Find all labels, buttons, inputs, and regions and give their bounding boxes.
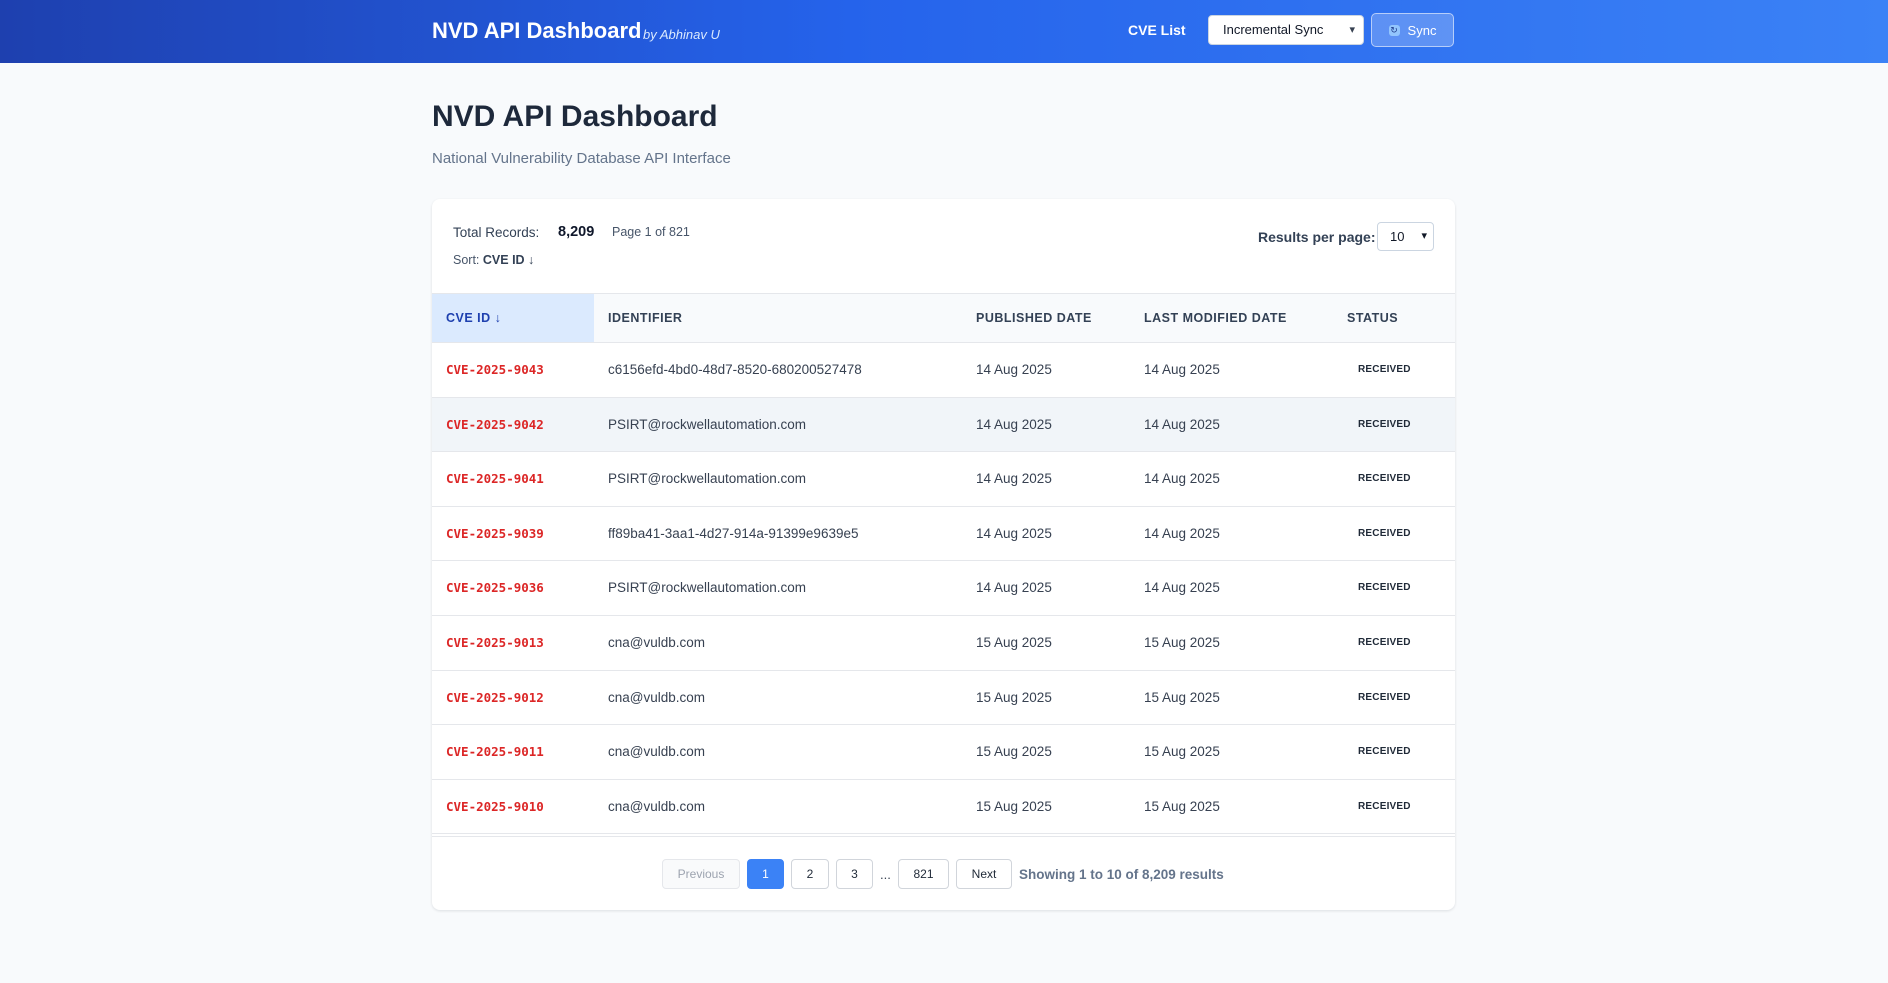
table-row[interactable]: CVE-2025-9013 cna@vuldb.com 15 Aug 2025 … xyxy=(432,616,1455,671)
column-header-identifier[interactable]: IDENTIFIER xyxy=(608,294,682,342)
table-row[interactable]: CVE-2025-9041 PSIRT@rockwellautomation.c… xyxy=(432,452,1455,507)
chevron-down-icon: ▾ xyxy=(1349,24,1355,36)
page-button-last[interactable]: 821 xyxy=(898,859,949,889)
published-date-cell: 14 Aug 2025 xyxy=(976,471,1052,487)
modified-date-cell: 14 Aug 2025 xyxy=(1144,362,1220,377)
published-date-cell: 15 Aug 2025 xyxy=(976,798,1052,814)
status-badge: RECEIVED xyxy=(1358,582,1411,594)
pagination: Previous 1 2 3 ... 821 Next Showing 1 to… xyxy=(432,836,1455,910)
table-row[interactable]: CVE-2025-9039 ff89ba41-3aa1-4d27-914a-91… xyxy=(432,507,1455,562)
brand-author: by Abhinav U xyxy=(643,27,720,42)
sync-button[interactable]: ↻ Sync xyxy=(1371,13,1454,47)
cve-id-link[interactable]: CVE-2025-9012 xyxy=(446,671,544,725)
table-row[interactable]: CVE-2025-9012 cna@vuldb.com 15 Aug 2025 … xyxy=(432,671,1455,726)
cve-id-link[interactable]: CVE-2025-9041 xyxy=(446,452,544,506)
sort-value: CVE ID ↓ xyxy=(482,253,535,267)
page-subtitle: National Vulnerability Database API Inte… xyxy=(432,150,731,167)
cve-id-link[interactable]: CVE-2025-9010 xyxy=(446,780,544,834)
sync-icon: ↻ xyxy=(1388,24,1400,36)
nav-link-cve-list[interactable]: CVE List xyxy=(1128,22,1186,38)
chevron-down-icon: ▾ xyxy=(1421,230,1427,242)
table-body: CVE-2025-9043 c6156efd-4bd0-48d7-8520-68… xyxy=(432,343,1455,835)
status-badge: RECEIVED xyxy=(1358,527,1411,539)
sync-mode-value: Incremental Sync xyxy=(1223,22,1324,37)
published-date-cell: 15 Aug 2025 xyxy=(976,744,1052,760)
sync-mode-select[interactable]: Incremental Sync ▾ xyxy=(1208,15,1364,45)
results-per-page-select[interactable]: 10 ▾ xyxy=(1377,222,1434,251)
table-row[interactable]: CVE-2025-9036 PSIRT@rockwellautomation.c… xyxy=(432,561,1455,616)
column-header-published-date[interactable]: PUBLISHED DATE xyxy=(976,294,1092,342)
identifier-cell: PSIRT@rockwellautomation.com xyxy=(608,471,807,487)
status-badge: RECEIVED xyxy=(1358,636,1411,648)
results-per-page-label: Results per page: xyxy=(1258,229,1376,245)
status-badge: RECEIVED xyxy=(1358,800,1411,812)
column-header-status[interactable]: STATUS xyxy=(1347,294,1398,342)
top-navbar: NVD API Dashboard by Abhinav U CVE List … xyxy=(0,0,1888,63)
status-badge: RECEIVED xyxy=(1358,746,1411,758)
table-row[interactable]: CVE-2025-9043 c6156efd-4bd0-48d7-8520-68… xyxy=(432,343,1455,398)
status-badge: RECEIVED xyxy=(1358,418,1411,430)
cve-table-card: Total Records: 8,209 Page 1 of 821 Sort:… xyxy=(432,199,1455,910)
identifier-cell: cna@vuldb.com xyxy=(608,689,705,705)
modified-date-cell: 15 Aug 2025 xyxy=(1144,744,1220,760)
published-date-cell: 14 Aug 2025 xyxy=(976,362,1052,377)
published-date-cell: 14 Aug 2025 xyxy=(976,416,1052,432)
identifier-cell: cna@vuldb.com xyxy=(608,798,705,814)
modified-date-cell: 15 Aug 2025 xyxy=(1144,689,1220,705)
modified-date-cell: 14 Aug 2025 xyxy=(1144,525,1220,541)
table-row[interactable]: CVE-2025-9042 PSIRT@rockwellautomation.c… xyxy=(432,397,1455,453)
column-header-last-modified-date[interactable]: LAST MODIFIED DATE xyxy=(1144,294,1287,342)
sort-label: Sort: xyxy=(453,253,480,267)
page-indicator: Page 1 of 821 xyxy=(612,225,690,239)
modified-date-cell: 15 Aug 2025 xyxy=(1144,798,1220,814)
status-badge: RECEIVED xyxy=(1358,691,1411,703)
published-date-cell: 14 Aug 2025 xyxy=(976,525,1052,541)
column-header-cve-id[interactable]: CVE ID ↓ xyxy=(432,294,594,342)
modified-date-cell: 14 Aug 2025 xyxy=(1144,580,1220,596)
identifier-cell: cna@vuldb.com xyxy=(608,744,705,760)
identifier-cell: PSIRT@rockwellautomation.com xyxy=(608,416,807,432)
table-header: CVE ID ↓ IDENTIFIER PUBLISHED DATE LAST … xyxy=(432,293,1455,343)
published-date-cell: 14 Aug 2025 xyxy=(976,580,1052,596)
modified-date-cell: 14 Aug 2025 xyxy=(1144,471,1220,487)
status-badge: RECEIVED xyxy=(1358,364,1411,375)
identifier-cell: PSIRT@rockwellautomation.com xyxy=(608,580,807,596)
modified-date-cell: 15 Aug 2025 xyxy=(1144,634,1220,650)
published-date-cell: 15 Aug 2025 xyxy=(976,634,1052,650)
results-per-page-value: 10 xyxy=(1390,229,1405,244)
results-summary: Showing 1 to 10 of 8,209 results xyxy=(1019,867,1224,882)
previous-page-button[interactable]: Previous xyxy=(662,859,740,889)
table-row[interactable]: CVE-2025-9010 cna@vuldb.com 15 Aug 2025 … xyxy=(432,780,1455,835)
total-records-label: Total Records: xyxy=(453,225,540,240)
page-button-1[interactable]: 1 xyxy=(747,859,784,889)
cve-id-link[interactable]: CVE-2025-9042 xyxy=(446,398,544,452)
page-title: NVD API Dashboard xyxy=(432,100,718,133)
next-page-button[interactable]: Next xyxy=(956,859,1012,889)
identifier-cell: c6156efd-4bd0-48d7-8520-680200527478 xyxy=(608,362,862,377)
page-button-2[interactable]: 2 xyxy=(791,859,829,889)
sync-button-label: Sync xyxy=(1407,22,1437,38)
status-badge: RECEIVED xyxy=(1358,473,1411,485)
cve-id-link[interactable]: CVE-2025-9011 xyxy=(446,725,544,779)
identifier-cell: ff89ba41-3aa1-4d27-914a-91399e9639e5 xyxy=(608,525,859,541)
total-records-value: 8,209 xyxy=(558,224,595,240)
brand-title[interactable]: NVD API Dashboard xyxy=(432,18,641,44)
cve-id-link[interactable]: CVE-2025-9039 xyxy=(446,507,544,561)
page-button-3[interactable]: 3 xyxy=(836,859,873,889)
sort-indicator: Sort: CVE ID ↓ xyxy=(453,253,534,267)
identifier-cell: cna@vuldb.com xyxy=(608,634,705,650)
published-date-cell: 15 Aug 2025 xyxy=(976,689,1052,705)
pagination-ellipsis: ... xyxy=(880,867,891,882)
cve-id-link[interactable]: CVE-2025-9036 xyxy=(446,561,544,615)
table-row[interactable]: CVE-2025-9011 cna@vuldb.com 15 Aug 2025 … xyxy=(432,725,1455,780)
modified-date-cell: 14 Aug 2025 xyxy=(1144,416,1220,432)
cve-id-link[interactable]: CVE-2025-9043 xyxy=(446,343,544,397)
cve-id-link[interactable]: CVE-2025-9013 xyxy=(446,616,544,670)
